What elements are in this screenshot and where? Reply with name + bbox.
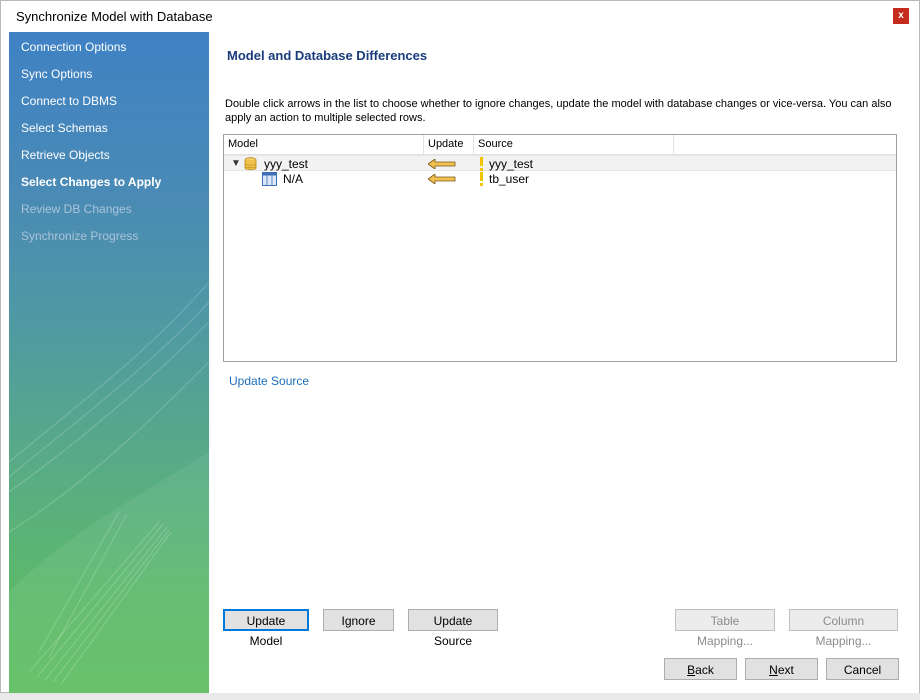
main-panel: Model and Database Differences Double cl… [209, 32, 919, 693]
database-icon [244, 157, 257, 171]
page-title: Model and Database Differences [227, 48, 428, 63]
column-header-source[interactable]: Source [478, 138, 513, 150]
column-divider[interactable] [473, 135, 474, 154]
expand-arrow-icon[interactable]: ▼ [231, 158, 241, 169]
model-name: yyy_test [264, 157, 309, 171]
tree-row[interactable]: ▼ yyy_test yyy_test [224, 155, 896, 171]
column-header-update[interactable]: Update [428, 138, 463, 150]
action-status-link[interactable]: Update Source [229, 374, 309, 388]
window-title: Synchronize Model with Database [16, 9, 213, 24]
sidebar-item-review-db-changes: Review DB Changes [21, 202, 132, 216]
table-icon [262, 172, 277, 186]
table-mapping-button: Table Mapping... [675, 609, 775, 648]
sidebar-item-retrieve-objects[interactable]: Retrieve Objects [21, 148, 110, 162]
column-mapping-button: Column Mapping... [789, 609, 898, 648]
exclamation-icon [480, 172, 483, 186]
exclamation-icon [480, 157, 483, 171]
sidebar-item-synchronize-progress: Synchronize Progress [21, 229, 139, 243]
sidebar-item-select-schemas[interactable]: Select Schemas [21, 121, 108, 135]
ignore-button[interactable]: Ignore [323, 609, 394, 631]
column-header-model[interactable]: Model [228, 138, 258, 150]
back-mnemonic: B [687, 663, 696, 677]
next-button[interactable]: Next [745, 658, 818, 680]
title-bar[interactable]: Synchronize Model with Database x [1, 1, 919, 31]
cancel-button[interactable]: Cancel [826, 658, 899, 680]
sidebar-item-connect-to-dbms[interactable]: Connect to DBMS [21, 94, 117, 108]
next-label: ext [777, 663, 794, 677]
column-divider[interactable] [673, 135, 674, 154]
close-button[interactable]: x [893, 8, 909, 24]
tree-row[interactable]: N/A tb_user [224, 171, 896, 187]
sidebar-item-select-changes[interactable]: Select Changes to Apply [21, 175, 161, 189]
arrow-left-icon[interactable] [428, 159, 456, 169]
tree-header: Model Update Source [224, 135, 896, 155]
differences-tree[interactable]: Model Update Source ▼ yyy_test yyy_test … [223, 134, 897, 362]
column-divider[interactable] [423, 135, 424, 154]
source-name: yyy_test [489, 157, 534, 171]
instructions-text: Double click arrows in the list to choos… [225, 98, 892, 124]
back-label: ack [695, 663, 714, 677]
back-button[interactable]: Back [664, 658, 737, 680]
dialog-window: Synchronize Model with Database x Connec… [0, 0, 920, 693]
sidebar-item-sync-options[interactable]: Sync Options [21, 67, 92, 81]
arrow-left-icon[interactable] [428, 174, 456, 184]
next-mnemonic: N [769, 663, 778, 677]
source-name: tb_user [489, 172, 530, 186]
sidebar-item-connection-options[interactable]: Connection Options [21, 40, 126, 54]
wizard-sidebar: Connection Options Sync Options Connect … [9, 32, 209, 693]
model-name: N/A [283, 172, 304, 186]
update-source-button[interactable]: Update Source [408, 609, 498, 648]
update-model-button[interactable]: Update Model [223, 609, 309, 648]
